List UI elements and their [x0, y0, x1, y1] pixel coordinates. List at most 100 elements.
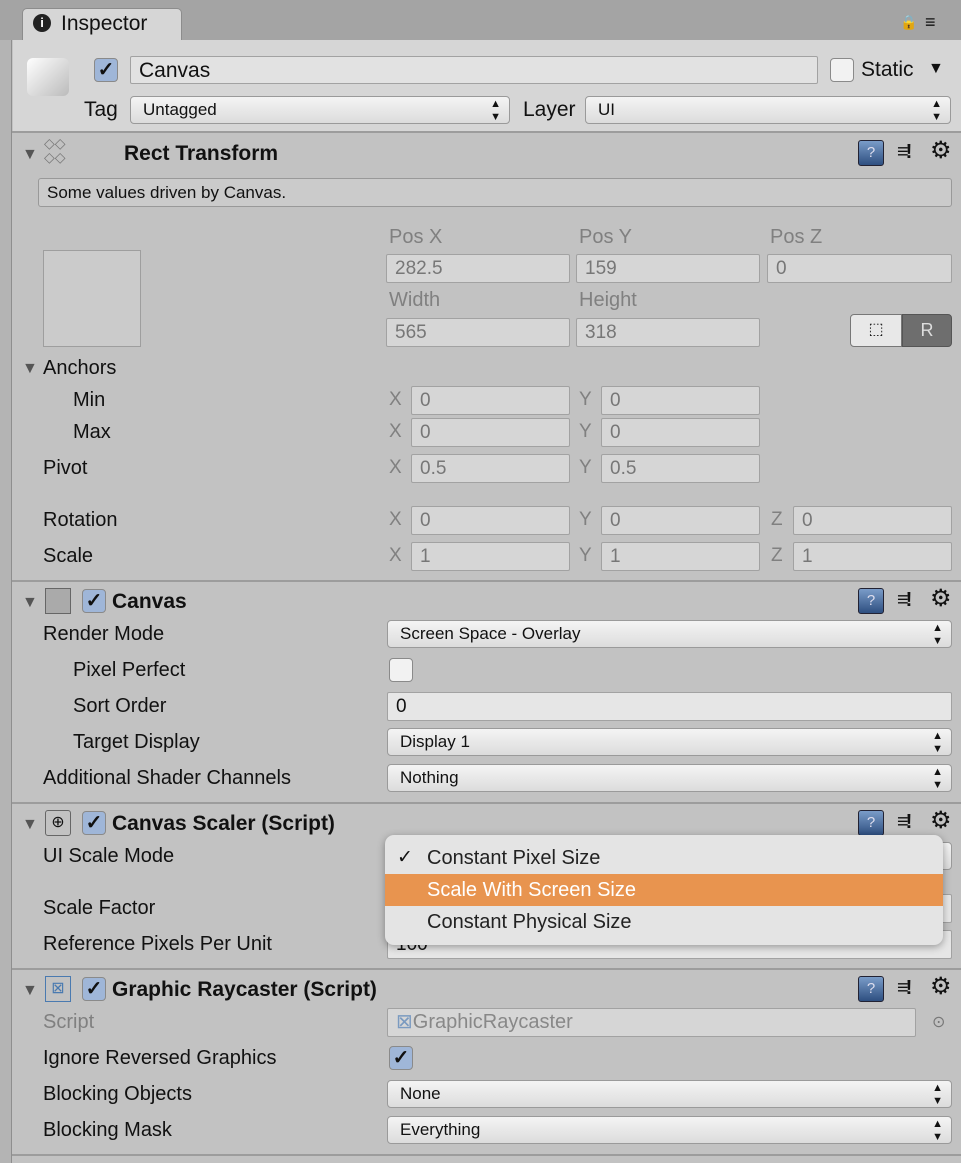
collapse-triangle-icon[interactable]: ▼: [22, 982, 38, 1000]
component-title: Canvas Scaler (Script): [112, 812, 335, 835]
ignore-reversed-checkbox[interactable]: ✓: [389, 1046, 413, 1070]
x-label: X: [389, 389, 402, 410]
tag-label: Tag: [84, 98, 118, 121]
collapse-triangle-icon[interactable]: ▼: [22, 594, 38, 612]
script-value: GraphicRaycaster: [412, 1011, 573, 1033]
presets-icon[interactable]: ≡!: [897, 811, 912, 834]
presets-icon[interactable]: ≡!: [897, 141, 912, 164]
gear-icon[interactable]: ⚙: [930, 806, 952, 835]
rect-transform-header[interactable]: ▼ ◇◇ ◇◇ Rect Transform: [12, 134, 961, 174]
canvas-scaler-enabled-checkbox[interactable]: ✓: [82, 811, 106, 835]
pixel-perfect-label: Pixel Perfect: [73, 659, 186, 681]
collapse-triangle-icon[interactable]: ▼: [22, 816, 38, 834]
blocking-mask-dropdown[interactable]: Everything ▲ ▼: [387, 1116, 952, 1144]
canvas-header[interactable]: ▼ ✓ Canvas: [12, 582, 961, 622]
scale-y-field[interactable]: 1: [601, 542, 760, 571]
graphic-raycaster-icon: ⊠: [45, 976, 71, 1002]
popup-option-constant-physical-size[interactable]: Constant Physical Size: [385, 906, 943, 938]
pixel-perfect-checkbox[interactable]: [389, 658, 413, 682]
layer-dropdown[interactable]: UI ▲ ▼: [585, 96, 951, 124]
pivot-y-field[interactable]: 0.5: [601, 454, 760, 483]
static-dropdown-icon[interactable]: ▼: [928, 60, 944, 78]
z-label: Z: [771, 545, 783, 566]
pos-x-field[interactable]: 282.5: [386, 254, 570, 283]
render-mode-dropdown[interactable]: Screen Space - Overlay ▲ ▼: [387, 620, 952, 648]
canvas-scaler-icon: ⊕: [45, 810, 71, 836]
width-field[interactable]: 565: [386, 318, 570, 347]
presets-icon[interactable]: ≡!: [897, 589, 912, 612]
sort-order-label: Sort Order: [73, 695, 167, 717]
anchors-triangle-icon[interactable]: ▼: [22, 360, 38, 378]
pos-y-label: Pos Y: [579, 226, 632, 248]
popup-option-scale-with-screen-size[interactable]: Scale With Screen Size: [385, 874, 943, 906]
updown-icon: ▲ ▼: [932, 730, 943, 755]
anchor-max-y-field[interactable]: 0: [601, 418, 760, 447]
scale-factor-label: Scale Factor: [43, 897, 156, 919]
anchor-min-y-field[interactable]: 0: [601, 386, 760, 415]
rotation-x-field[interactable]: 0: [411, 506, 570, 535]
raycaster-enabled-checkbox[interactable]: ✓: [82, 977, 106, 1001]
collapse-triangle-icon[interactable]: ▼: [22, 146, 38, 164]
anchor-min-x-field[interactable]: 0: [411, 386, 570, 415]
pos-y-field[interactable]: 159: [576, 254, 760, 283]
ui-scale-mode-label: UI Scale Mode: [43, 845, 175, 867]
updown-icon: ▲ ▼: [932, 622, 943, 647]
rotation-label: Rotation: [43, 509, 118, 531]
blueprint-mode-button[interactable]: ⬚: [850, 314, 902, 347]
canvas-component-icon: [45, 588, 71, 614]
rotation-z-field[interactable]: 0: [793, 506, 952, 535]
blocking-mask-value: Everything: [400, 1120, 481, 1139]
name-field[interactable]: Canvas: [130, 56, 818, 84]
divider: [12, 1154, 961, 1156]
pivot-x-field[interactable]: 0.5: [411, 454, 570, 483]
presets-icon[interactable]: ≡!: [897, 977, 912, 1000]
tag-dropdown[interactable]: Untagged ▲ ▼: [130, 96, 510, 124]
canvas-enabled-checkbox[interactable]: ✓: [82, 589, 106, 613]
pos-z-label: Pos Z: [770, 226, 823, 248]
gear-icon[interactable]: ⚙: [930, 972, 952, 1001]
lock-icon[interactable]: 🔒: [900, 14, 917, 31]
menu-icon[interactable]: ≡: [925, 12, 936, 33]
static-checkbox[interactable]: [830, 58, 854, 82]
rotation-y-field[interactable]: 0: [601, 506, 760, 535]
scale-x-field[interactable]: 1: [411, 542, 570, 571]
script-icon: ⊠: [396, 1011, 413, 1033]
sort-order-field[interactable]: 0: [387, 692, 952, 721]
layer-value: UI: [598, 100, 615, 119]
height-field[interactable]: 318: [576, 318, 760, 347]
gear-icon[interactable]: ⚙: [930, 584, 952, 613]
shader-channels-dropdown[interactable]: Nothing ▲ ▼: [387, 764, 952, 792]
anchor-max-x-field[interactable]: 0: [411, 418, 570, 447]
target-display-label: Target Display: [73, 731, 200, 753]
scale-z-field[interactable]: 1: [793, 542, 952, 571]
popup-option-constant-pixel-size[interactable]: ✓ Constant Pixel Size: [385, 842, 943, 874]
help-icon[interactable]: ?: [858, 588, 884, 614]
static-label: Static: [861, 58, 914, 81]
target-display-dropdown[interactable]: Display 1 ▲ ▼: [387, 728, 952, 756]
gear-icon[interactable]: ⚙: [930, 136, 952, 165]
gameobject-cube-icon[interactable]: [27, 58, 69, 96]
object-picker-icon[interactable]: ⊙: [932, 1012, 945, 1032]
raw-edit-button[interactable]: R: [902, 314, 952, 347]
help-icon[interactable]: ?: [858, 810, 884, 836]
active-checkbox[interactable]: ✓: [94, 58, 118, 82]
blocking-objects-label: Blocking Objects: [43, 1083, 192, 1105]
anchors-label: Anchors: [43, 357, 117, 379]
x-label: X: [389, 421, 402, 442]
pivot-label: Pivot: [43, 457, 88, 479]
anchor-preset-button[interactable]: [43, 250, 141, 347]
pos-x-label: Pos X: [389, 226, 443, 248]
blocking-objects-dropdown[interactable]: None ▲ ▼: [387, 1080, 952, 1108]
tab-inspector[interactable]: i Inspector: [22, 8, 182, 41]
checkmark-icon: ✓: [397, 847, 413, 868]
script-field[interactable]: ⊠GraphicRaycaster: [387, 1008, 916, 1037]
script-label: Script: [43, 1011, 95, 1033]
blocking-objects-value: None: [400, 1084, 441, 1103]
help-icon[interactable]: ?: [858, 976, 884, 1002]
min-label: Min: [73, 389, 106, 411]
option-label: Scale With Screen Size: [427, 879, 636, 901]
info-icon: i: [33, 14, 51, 32]
pos-z-field[interactable]: 0: [767, 254, 952, 283]
help-icon[interactable]: ?: [858, 140, 884, 166]
graphic-raycaster-header[interactable]: ▼ ⊠ ✓ Graphic Raycaster (Script): [12, 970, 961, 1010]
